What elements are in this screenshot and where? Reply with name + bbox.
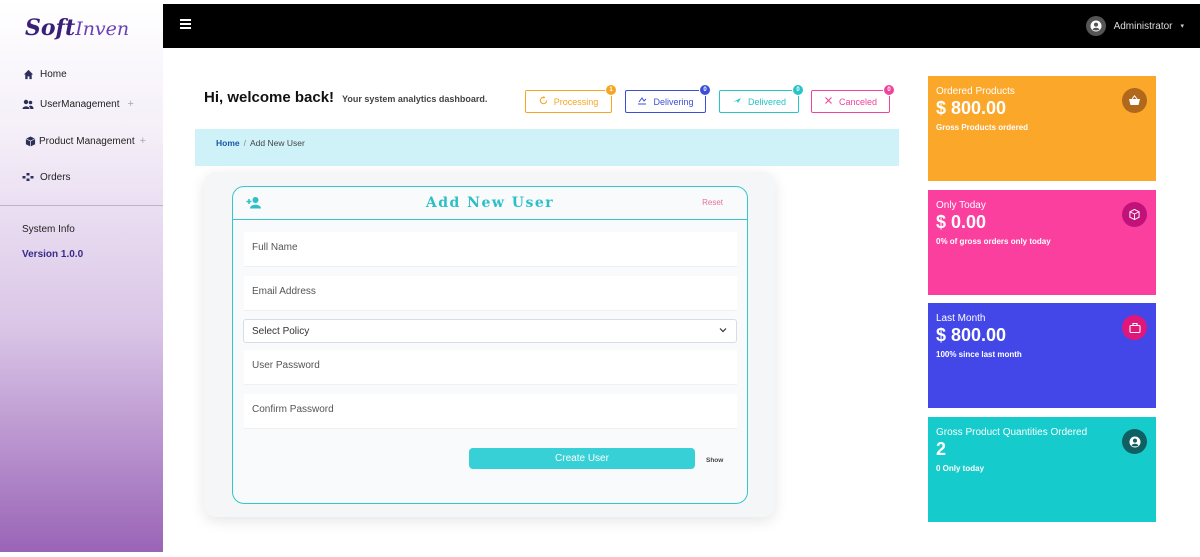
version-label: Version 1.0.0 xyxy=(22,249,84,260)
stat-note: 100% since last month xyxy=(936,350,1022,359)
cube-icon xyxy=(1122,202,1147,227)
system-info-label[interactable]: System Info xyxy=(22,224,75,235)
expand-icon[interactable]: + xyxy=(127,98,133,110)
users-icon xyxy=(22,98,34,110)
status-count-badge: 0 xyxy=(699,84,711,96)
status-canceled[interactable]: Canceled 0 xyxy=(811,84,895,113)
brand-part-1: Soft xyxy=(25,15,76,41)
plane-icon xyxy=(732,96,742,107)
expand-icon[interactable]: + xyxy=(140,135,146,147)
status-count-badge: 1 xyxy=(605,84,617,96)
policy-select[interactable]: Select Policy xyxy=(243,319,737,343)
refresh-icon xyxy=(539,96,548,107)
chevron-down-icon xyxy=(718,325,728,335)
status-delivering[interactable]: Delivering 0 xyxy=(625,84,711,113)
status-label: Delivered xyxy=(747,96,787,107)
email-field[interactable]: Email Address xyxy=(244,276,737,311)
status-count-badge: 0 xyxy=(883,84,895,96)
reset-button[interactable]: Reset xyxy=(702,198,723,207)
page-title: Hi, welcome back! xyxy=(204,89,335,106)
sidebar-item-orders[interactable]: Orders xyxy=(22,171,71,183)
form-title: Add New User xyxy=(425,195,555,211)
stat-note: Gross Products ordered xyxy=(936,123,1029,132)
bag-icon xyxy=(1122,315,1147,340)
delivery-icon xyxy=(637,96,647,107)
sidebar-item-label: Home xyxy=(40,68,67,80)
stat-note: 0% of gross orders only today xyxy=(936,237,1051,246)
user-name: Administrator xyxy=(1113,20,1173,32)
password-field[interactable]: User Password xyxy=(244,350,737,385)
breadcrumb-current: Add New User xyxy=(250,138,305,148)
sidebar-item-label: UserManagement xyxy=(40,98,120,110)
form-header: Add New User Reset xyxy=(233,187,747,220)
sidebar-item-usermanagement[interactable]: UserManagement + xyxy=(22,98,134,110)
status-label: Canceled xyxy=(838,96,878,107)
basket-icon xyxy=(1122,88,1147,113)
orders-icon xyxy=(22,171,34,183)
brand-part-2: Inven xyxy=(75,18,130,40)
stat-card-gross-quantities: Gross Product Quantities Ordered 2 0 Onl… xyxy=(928,417,1156,522)
menu-toggle-icon[interactable] xyxy=(180,19,191,29)
page-subtitle: Your system analytics dashboard. xyxy=(342,94,488,104)
sidebar-item-label: Product Management xyxy=(39,135,135,147)
full-name-field[interactable]: Full Name xyxy=(244,232,737,267)
status-label: Delivering xyxy=(653,96,694,107)
stat-card-last-month: Last Month $ 800.00 100% since last mont… xyxy=(928,303,1156,408)
breadcrumb-home[interactable]: Home xyxy=(216,138,240,148)
sidebar: SoftInven Home UserManagement + Product … xyxy=(0,0,163,552)
user-circle-icon xyxy=(1122,429,1147,454)
status-label: Processing xyxy=(553,96,599,107)
topbar: Administrator ▾ xyxy=(163,4,1200,48)
avatar-icon xyxy=(1085,16,1106,36)
create-user-button[interactable]: Create User xyxy=(469,448,695,469)
add-user-form: Add New User Reset Full Name Email Addre… xyxy=(232,186,748,504)
stat-card-only-today: Only Today $ 0.00 0% of gross orders onl… xyxy=(928,190,1156,295)
sidebar-item-product-management[interactable]: Product Management + xyxy=(24,135,146,147)
status-count-badge: 0 xyxy=(792,84,804,96)
caret-down-icon: ▾ xyxy=(1180,23,1184,30)
app-root: SoftInven Home UserManagement + Product … xyxy=(0,0,1200,557)
brand-logo[interactable]: SoftInven xyxy=(25,15,129,41)
status-delivered[interactable]: Delivered 0 xyxy=(719,84,804,113)
user-menu[interactable]: Administrator ▾ xyxy=(1085,16,1184,36)
confirm-password-field[interactable]: Confirm Password xyxy=(244,394,737,429)
sidebar-divider xyxy=(0,205,163,206)
breadcrumb-separator: / xyxy=(243,138,246,148)
sidebar-item-label: Orders xyxy=(40,171,71,183)
status-processing[interactable]: Processing 1 xyxy=(525,84,617,113)
stat-note: 0 Only today xyxy=(936,464,985,473)
box-icon xyxy=(24,135,36,147)
policy-select-value: Select Policy xyxy=(252,326,310,337)
show-password-toggle[interactable]: Show xyxy=(706,457,723,464)
stat-card-ordered-products: Ordered Products $ 800.00 Gross Products… xyxy=(928,76,1156,181)
breadcrumb: Home / Add New User xyxy=(195,129,899,166)
cancel-icon xyxy=(824,96,833,107)
home-icon xyxy=(22,68,34,80)
sidebar-item-home[interactable]: Home xyxy=(22,68,67,80)
